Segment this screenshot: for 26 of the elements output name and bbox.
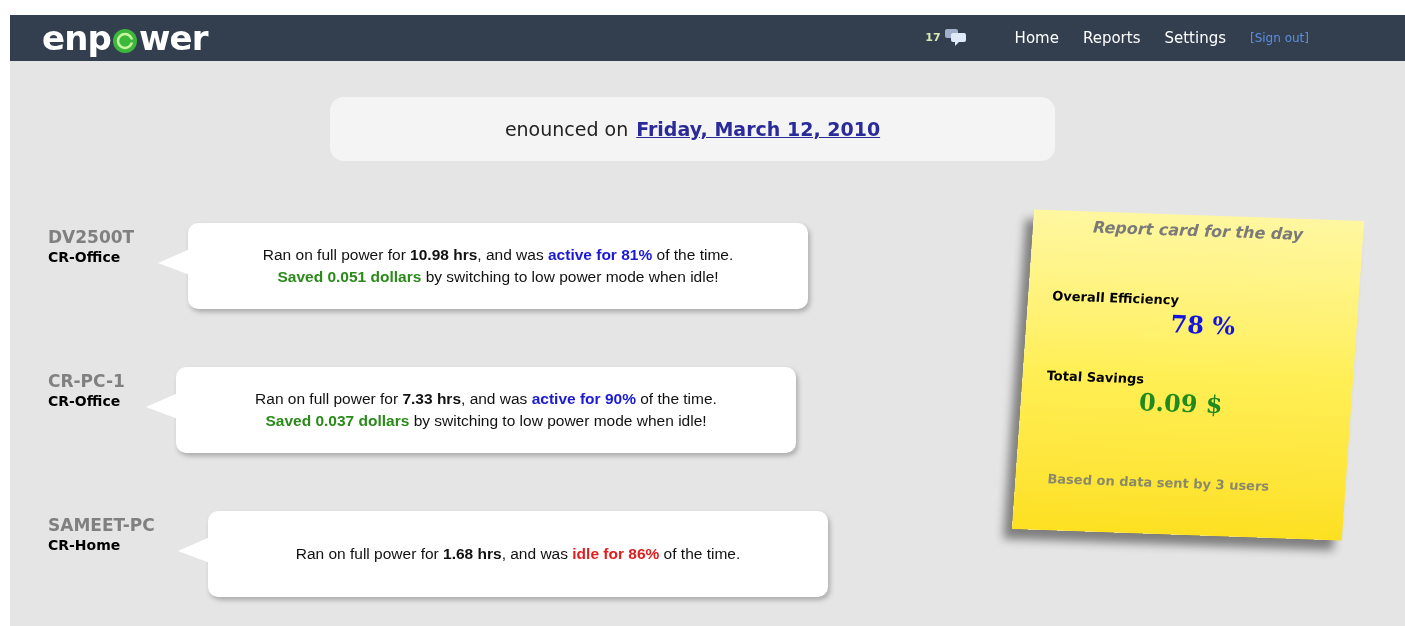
efficiency-label: Overall Efficiency [1051, 287, 1181, 310]
device-name: SAMEET-PC [48, 515, 155, 535]
nav-link[interactable]: Home [1014, 26, 1059, 50]
logo[interactable]: enp wer [42, 21, 208, 55]
usage-sentence: Ran on full power for 1.68 hrs, and was idle for 86% of the time. [295, 544, 741, 564]
report-footnote: Based on data sent by 3 users [1046, 470, 1271, 496]
device-location: CR-Home [48, 536, 121, 555]
savings-label: Total Savings [1046, 366, 1146, 388]
usage-sentence: Ran on full power for 10.98 hrs, and was active for 81% of the time. [262, 245, 734, 265]
report-card-title: Report card for the day [1091, 216, 1305, 246]
device-name: CR-PC-1 [48, 371, 125, 391]
nav-link[interactable]: Reports [1082, 26, 1141, 50]
date-link[interactable]: Friday, March 12, 2010 [636, 114, 881, 144]
savings-value: 0.09 $ [1138, 388, 1225, 422]
chat-bubbles-icon[interactable] [944, 29, 967, 47]
device-location: CR-Office [48, 248, 121, 267]
efficiency-value: 78 % [1169, 309, 1238, 343]
nav-link[interactable]: Settings [1164, 26, 1226, 50]
message-count: 17 [925, 29, 941, 46]
device-name: DV2500T [48, 227, 135, 247]
usage-sentence: Saved 0.037 dollars by switching to low power mode when idle! [265, 411, 707, 431]
date-prefix: enounced on [504, 116, 629, 142]
device-location: CR-Office [48, 392, 121, 411]
usage-sentence: Ran on full power for 7.33 hrs, and was active for 90% of the time. [255, 389, 717, 409]
power-icon [112, 28, 139, 54]
usage-sentence: Saved 0.051 dollars by switching to low power mode when idle! [277, 267, 719, 287]
